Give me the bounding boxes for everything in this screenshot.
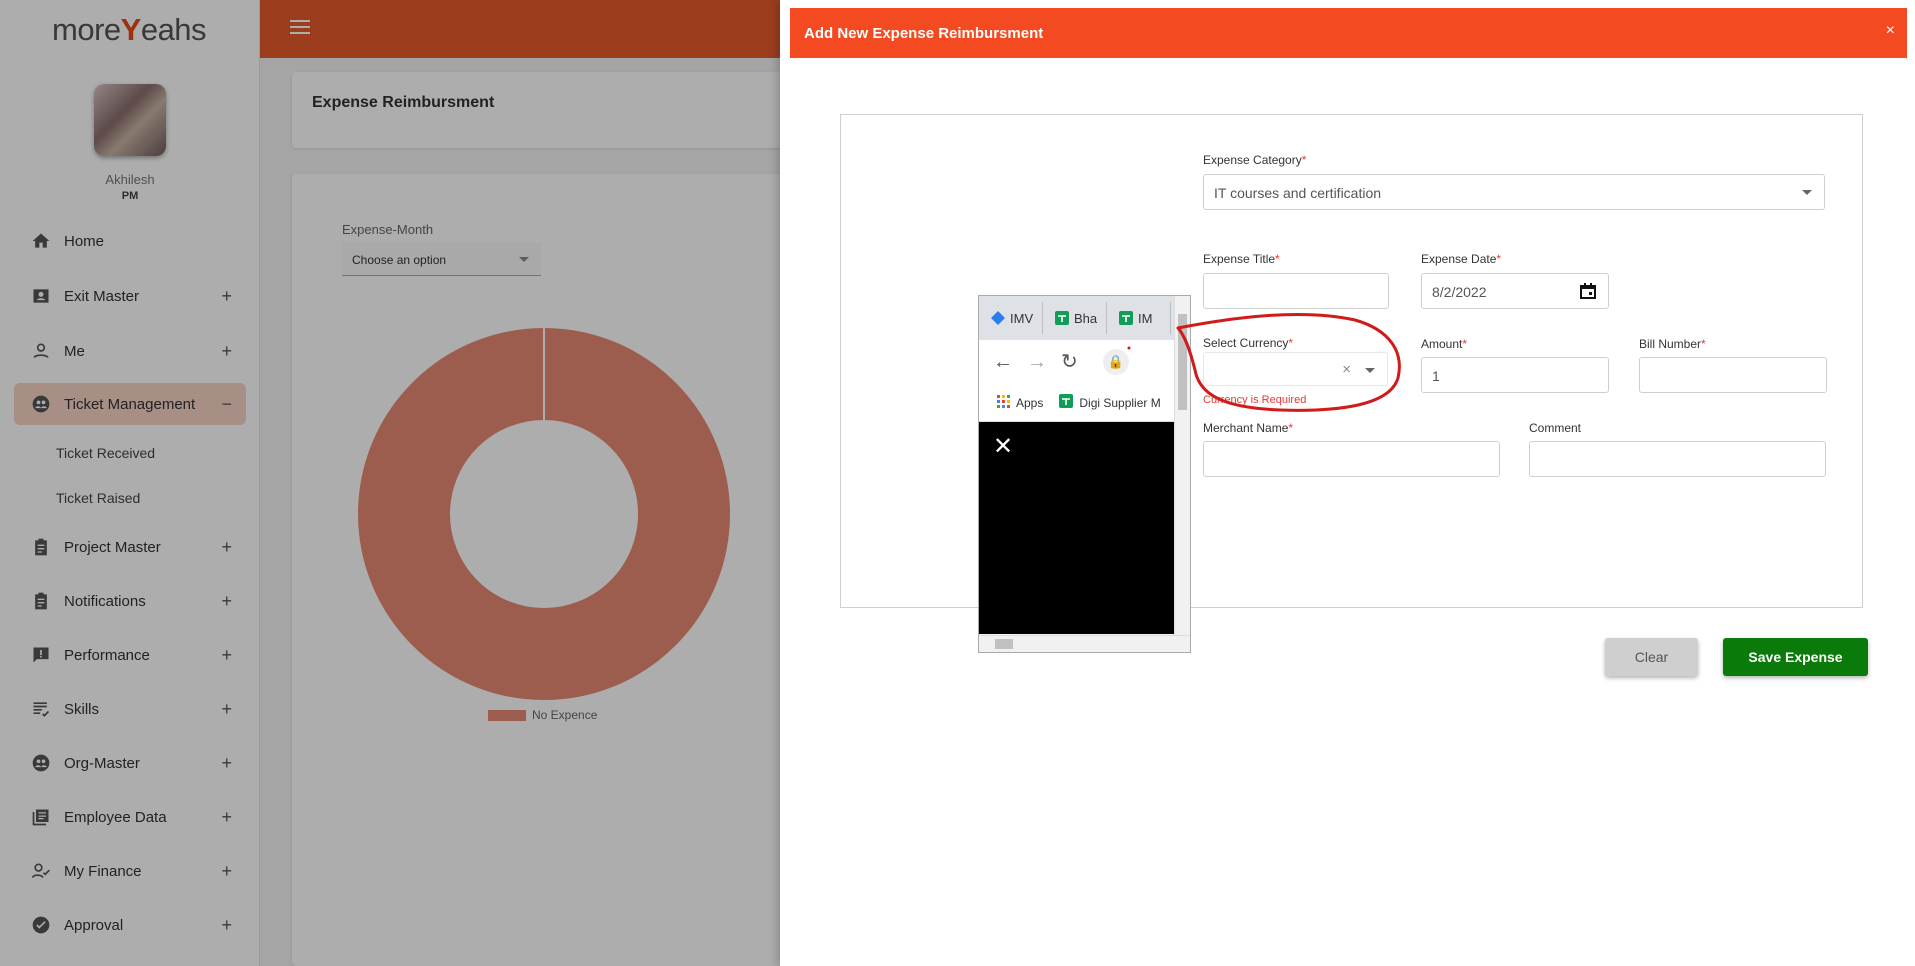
chevron-down-icon	[1365, 368, 1375, 373]
diamond-icon	[991, 311, 1005, 325]
sheets-icon	[1119, 311, 1133, 325]
sheets-icon	[1055, 311, 1069, 325]
comment-label: Comment	[1529, 421, 1582, 435]
dialog-title: Add New Expense Reimbursment	[804, 25, 1044, 42]
merchant-name-input[interactable]	[1203, 441, 1500, 477]
comment-input[interactable]	[1529, 441, 1826, 477]
preview-tab-label: IMV	[1010, 310, 1034, 326]
horizontal-scrollbar	[979, 635, 1190, 652]
clear-button[interactable]: Clear	[1605, 638, 1698, 676]
preview-tab-label: Bha	[1074, 310, 1098, 326]
refresh-icon: ↻	[1061, 351, 1078, 373]
bookmark-label: Apps	[1016, 395, 1044, 410]
vertical-scrollbar	[1174, 296, 1190, 636]
apps-grid-icon	[997, 394, 1010, 411]
expense-category-select[interactable]: IT courses and certification	[1203, 174, 1825, 210]
select-currency-label: Select Currency*	[1203, 336, 1294, 350]
chevron-down-icon	[1802, 190, 1812, 195]
preview-tab: IM	[1113, 302, 1171, 334]
preview-bookmarks-bar: Apps Digi Supplier M	[979, 384, 1175, 422]
amount-label: Amount*	[1421, 337, 1468, 351]
bill-number-input[interactable]	[1639, 357, 1827, 393]
expense-title-label: Expense Title*	[1203, 252, 1280, 266]
expense-date-label: Expense Date*	[1421, 252, 1502, 266]
attachment-preview[interactable]: IMV Bha IM ← → ↻ 🔒 Apps Digi Supplier M …	[978, 295, 1191, 653]
preview-toolbar: ← → ↻ 🔒	[979, 340, 1175, 384]
preview-tab-strip: IMV Bha IM	[979, 296, 1175, 340]
calendar-icon[interactable]	[1580, 283, 1596, 302]
add-expense-dialog: Add New Expense Reimbursment × IMV Bha I…	[780, 0, 1915, 966]
amount-input[interactable]: 1	[1421, 357, 1609, 393]
dialog-header: Add New Expense Reimbursment ×	[790, 8, 1907, 58]
close-icon: ✕	[993, 433, 1014, 460]
sheets-icon	[1059, 394, 1074, 411]
expense-category-value: IT courses and certification	[1214, 185, 1382, 201]
save-expense-button[interactable]: Save Expense	[1723, 638, 1868, 676]
bill-number-label: Bill Number*	[1639, 337, 1706, 351]
close-icon[interactable]: ×	[1886, 22, 1895, 40]
expense-category-label: Expense Category*	[1203, 153, 1307, 167]
back-arrow-icon: ←	[993, 351, 1013, 373]
preview-tab: IMV	[985, 302, 1043, 334]
expense-date-input[interactable]: 8/2/2022	[1421, 273, 1609, 309]
preview-tab-label: IM	[1138, 310, 1153, 326]
clear-icon[interactable]: ×	[1342, 361, 1351, 378]
merchant-name-label: Merchant Name*	[1203, 421, 1294, 435]
preview-tab: Bha	[1049, 302, 1107, 334]
select-currency-dropdown[interactable]: ×	[1203, 352, 1388, 386]
forward-arrow-icon: →	[1027, 351, 1047, 373]
lock-icon: 🔒	[1103, 349, 1129, 375]
currency-error-message: Currency is Required	[1203, 394, 1307, 406]
bookmark-label: Digi Supplier M	[1079, 395, 1161, 410]
expense-title-input[interactable]	[1203, 273, 1389, 309]
expense-date-value: 8/2/2022	[1432, 284, 1487, 300]
preview-dark-area: ✕	[979, 422, 1175, 634]
